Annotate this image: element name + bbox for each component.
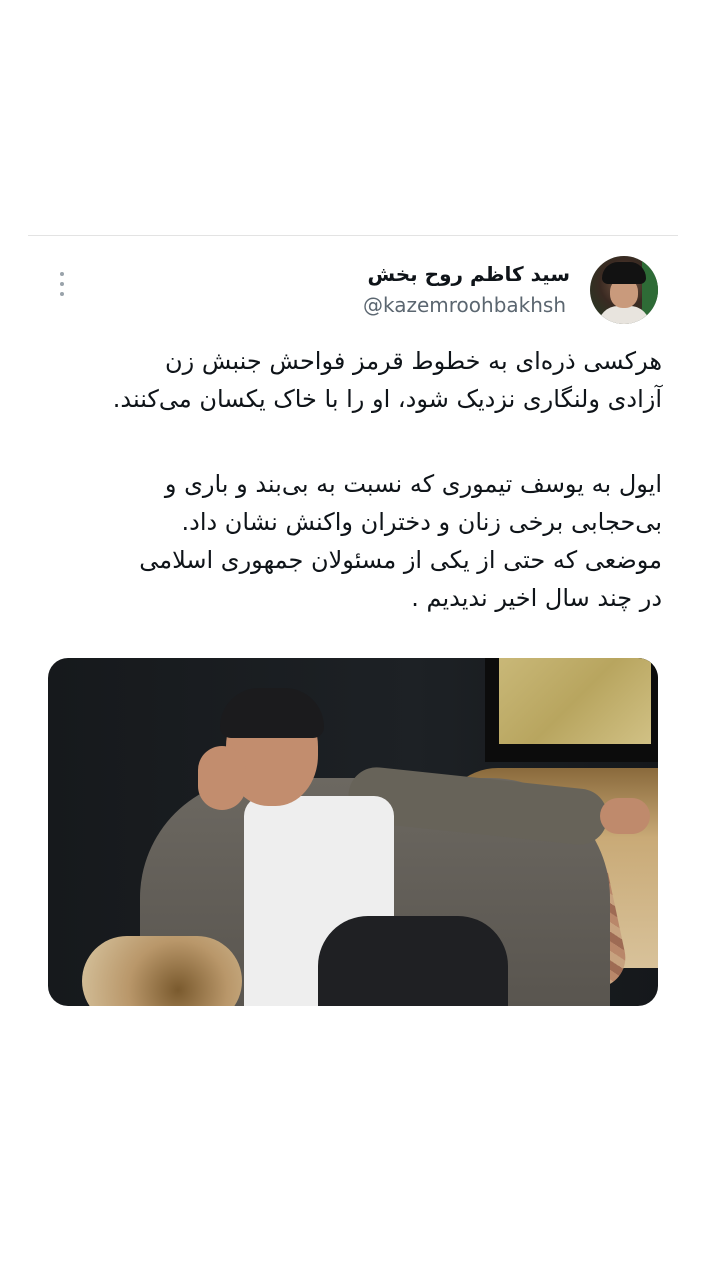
avatar-turban — [602, 262, 646, 284]
author-name[interactable]: سید کاظم روح بخش — [368, 262, 571, 286]
wall-art — [499, 658, 651, 744]
person-hair — [220, 688, 324, 738]
person-raised-hand — [198, 746, 246, 810]
more-dot — [60, 282, 64, 286]
tweet-text-paragraph-1: هرکسی ذره‌ای به خطوط قرمز فواحش جنبش زن … — [40, 342, 662, 418]
tweet-text-line: ایول به یوسف تیموری که نسبت به بی‌بند و … — [164, 470, 662, 498]
tweet-text-paragraph-2: ایول به یوسف تیموری که نسبت به بی‌بند و … — [40, 465, 662, 617]
avatar[interactable] — [590, 256, 658, 324]
tweet-text-line: بی‌حجابی برخی زنان و دختران واکنش نشان د… — [181, 508, 663, 536]
tweet-photo[interactable] — [48, 658, 658, 1006]
tweet-text-line: هرکسی ذره‌ای به خطوط قرمز فواحش جنبش زن — [164, 347, 662, 375]
tweet-text-line: در چند سال اخیر ندیدیم . — [411, 584, 662, 612]
more-dot — [60, 272, 64, 276]
tweet-text-line: موضعی که حتی از یکی از مسئولان جمهوری اس… — [139, 546, 662, 574]
more-vertical-icon[interactable] — [56, 272, 68, 296]
sofa-arm — [82, 936, 242, 1006]
wall-frame — [485, 658, 658, 762]
tweet-text-line: آزادی ولنگاری نزدیک شود، او را با خاک یک… — [112, 385, 662, 413]
person-hand — [600, 798, 650, 834]
person-pants — [318, 916, 508, 1006]
more-dot — [60, 292, 64, 296]
author-handle[interactable]: @kazemroohbakhsh — [363, 293, 566, 317]
